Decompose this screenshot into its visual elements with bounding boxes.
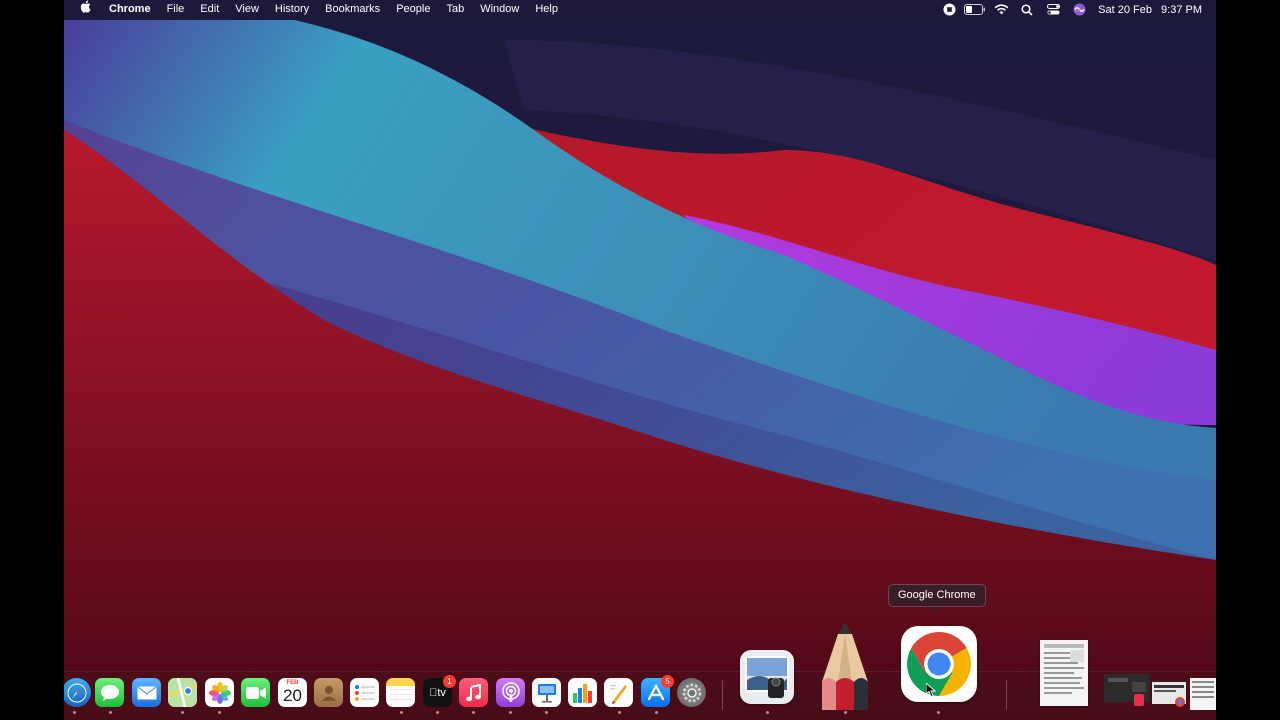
running-indicator: [181, 711, 184, 714]
running-indicator: [218, 711, 221, 714]
running-indicator: [937, 711, 940, 714]
dock-document-stack[interactable]: [1040, 640, 1088, 706]
tv-badge: 1: [443, 675, 456, 688]
running-indicator: [655, 711, 658, 714]
dock-mail-icon[interactable]: [132, 678, 161, 707]
apple-menu-icon[interactable]: [64, 0, 101, 20]
menu-app-name[interactable]: Chrome: [101, 0, 159, 19]
dock-window-stack[interactable]: [1104, 672, 1216, 710]
calendar-day: 20: [283, 686, 302, 705]
menu-clock[interactable]: Sat 20 Feb 9:37 PM: [1092, 4, 1202, 16]
dock-notes-icon[interactable]: [386, 678, 415, 707]
dock-numbers-icon[interactable]: [568, 678, 597, 707]
wifi-icon[interactable]: [988, 0, 1014, 19]
dock-music-icon[interactable]: [459, 678, 488, 707]
dock-pages-icon[interactable]: [604, 678, 633, 707]
screen-record-icon[interactable]: [936, 0, 962, 19]
app-store-badge: 5: [661, 675, 674, 688]
dock-divider: [1006, 680, 1007, 710]
wallpaper: [64, 0, 1216, 720]
dock-photos-icon[interactable]: [205, 678, 234, 707]
dock-contacts-icon[interactable]: [314, 678, 343, 707]
control-center-icon[interactable]: [1040, 0, 1066, 19]
dock-facetime-icon[interactable]: [241, 678, 270, 707]
menu-file[interactable]: File: [159, 0, 193, 19]
menu-window[interactable]: Window: [472, 0, 527, 19]
spotlight-icon[interactable]: [1014, 0, 1040, 19]
menu-view[interactable]: View: [227, 0, 267, 19]
menu-edit[interactable]: Edit: [192, 0, 227, 19]
desktop: Chrome File Edit View History Bookmarks …: [64, 0, 1216, 720]
dock-maps-icon[interactable]: [168, 678, 197, 707]
running-indicator: [472, 711, 475, 714]
menu-time: 9:37 PM: [1161, 3, 1202, 16]
menu-history[interactable]: History: [267, 0, 317, 19]
running-indicator: [844, 711, 847, 714]
dock-podcasts-icon[interactable]: [496, 678, 525, 707]
dock-sketch-pencil-icon[interactable]: [816, 622, 874, 712]
dock-messages-icon[interactable]: [95, 678, 124, 707]
dock-calendar-icon[interactable]: FEB 20: [278, 678, 307, 707]
dock-system-preferences-icon[interactable]: [677, 678, 706, 707]
menu-bar: Chrome File Edit View History Bookmarks …: [64, 0, 1216, 19]
running-indicator: [400, 711, 403, 714]
dock-keynote-icon[interactable]: [532, 678, 561, 707]
running-indicator: [436, 711, 439, 714]
menu-bookmarks[interactable]: Bookmarks: [317, 0, 388, 19]
running-indicator: [618, 711, 621, 714]
menu-date: Sat 20 Feb: [1098, 3, 1152, 16]
running-indicator: [545, 711, 548, 714]
menu-people[interactable]: People: [388, 0, 438, 19]
running-indicator: [73, 711, 76, 714]
menu-help[interactable]: Help: [527, 0, 566, 19]
menu-tab[interactable]: Tab: [438, 0, 472, 19]
running-indicator: [766, 711, 769, 714]
running-indicator: [509, 711, 512, 714]
tv-label: tv: [429, 686, 446, 699]
siri-icon[interactable]: [1066, 0, 1092, 19]
dock-google-chrome-icon[interactable]: [901, 626, 977, 702]
dock-tooltip: Google Chrome: [888, 584, 986, 612]
running-indicator: [109, 711, 112, 714]
dock-divider: [722, 680, 723, 710]
dock-preview-icon[interactable]: [740, 650, 794, 704]
dock-reminders-icon[interactable]: [350, 678, 379, 707]
battery-icon[interactable]: [962, 0, 988, 19]
